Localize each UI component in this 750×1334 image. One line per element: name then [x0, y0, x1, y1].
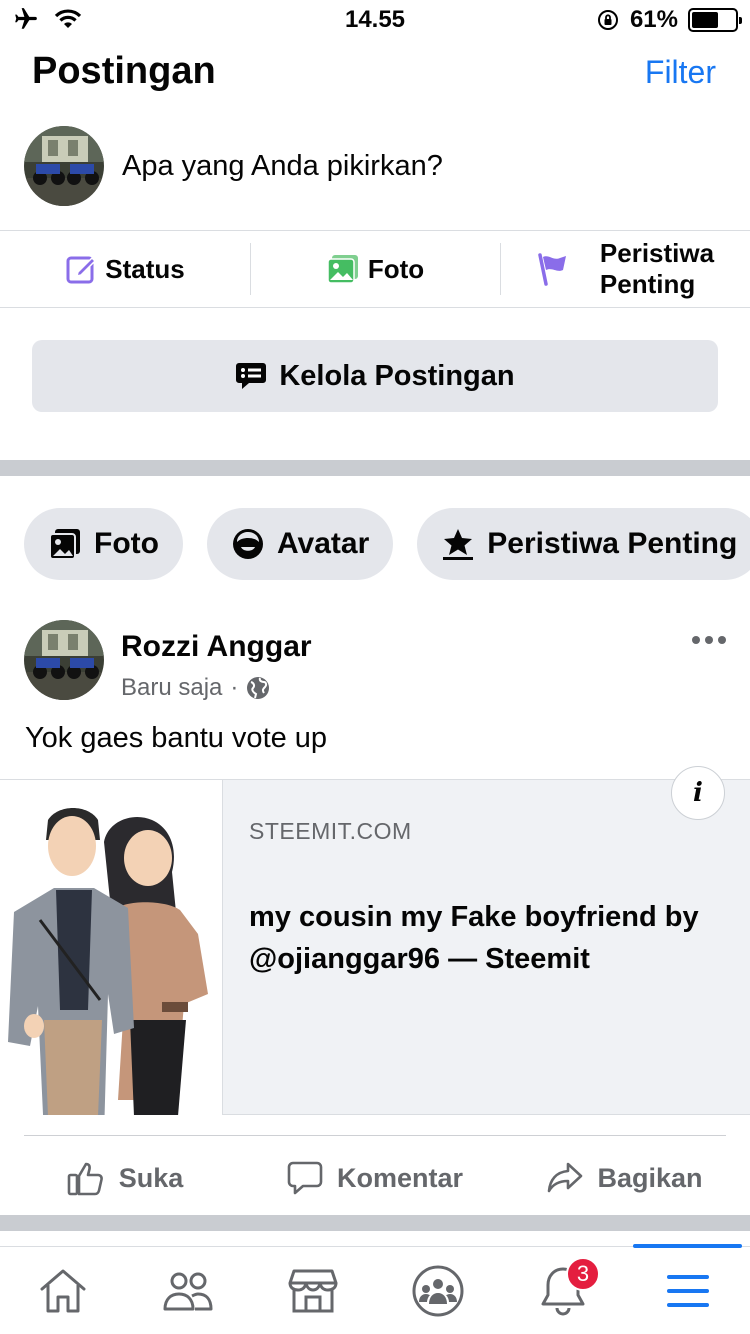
- status-label: Status: [105, 253, 185, 284]
- photo-label: Foto: [367, 253, 425, 284]
- star-flag-icon: [443, 529, 474, 560]
- section-divider: [0, 460, 750, 476]
- menu-icon: [666, 1274, 709, 1307]
- orientation-lock-icon: [597, 10, 618, 30]
- chip-life-event-label: Peristiwa Penting: [487, 527, 738, 560]
- post-meta: Baru saja ·: [121, 674, 270, 702]
- comment-icon: [287, 1161, 323, 1195]
- link-preview-card[interactable]: STEEMIT.COM my cousin my Fake boyfriend …: [0, 766, 750, 1115]
- link-thumbnail[interactable]: [0, 780, 223, 1115]
- bottom-tab-bar: 3: [0, 1244, 750, 1334]
- avatar-face-icon: [232, 529, 263, 559]
- status-button[interactable]: Status: [0, 231, 250, 307]
- page-title: Postingan: [32, 50, 216, 92]
- section-divider: [0, 1215, 750, 1231]
- comment-label: Komentar: [336, 1162, 464, 1193]
- share-button[interactable]: Bagikan: [500, 1140, 750, 1216]
- like-button[interactable]: Suka: [0, 1140, 250, 1216]
- manage-posts-label: Kelola Postingan: [279, 359, 515, 392]
- friends-icon: [163, 1272, 212, 1310]
- status-bar: 14.55 61%: [0, 0, 750, 40]
- link-domain: STEEMIT.COM: [249, 818, 412, 844]
- tab-groups[interactable]: [375, 1247, 500, 1334]
- photo-button[interactable]: Foto: [250, 231, 500, 307]
- avatar[interactable]: [24, 126, 104, 206]
- tab-marketplace[interactable]: [250, 1247, 375, 1334]
- author-avatar[interactable]: [24, 620, 104, 700]
- notification-badge: 3: [566, 1257, 600, 1291]
- edit-icon: [66, 256, 97, 284]
- post-text: Yok gaes bantu vote up: [25, 722, 328, 754]
- tab-menu[interactable]: [625, 1244, 750, 1334]
- composer-prompt[interactable]: Apa yang Anda pikirkan?: [122, 150, 443, 183]
- tab-friends[interactable]: [125, 1247, 250, 1334]
- chip-photo-label: Foto: [94, 527, 159, 560]
- quick-actions: Status Foto Peristiwa Penting: [0, 230, 750, 308]
- post-author[interactable]: Rozzi Anggar: [121, 630, 312, 664]
- manage-posts-button[interactable]: Kelola Postingan: [32, 340, 718, 412]
- marketplace-icon: [288, 1269, 337, 1312]
- home-icon: [40, 1269, 85, 1312]
- post-composer[interactable]: Apa yang Anda pikirkan?: [0, 124, 750, 210]
- post-header: Rozzi Anggar Baru saja ·: [0, 618, 750, 708]
- reaction-divider: [24, 1135, 726, 1136]
- chip-photo[interactable]: Foto: [24, 508, 183, 580]
- photo-album-icon: [49, 529, 80, 560]
- chip-avatar-label: Avatar: [276, 527, 370, 560]
- life-event-label: Peristiwa Penting: [599, 238, 715, 299]
- comment-button[interactable]: Komentar: [250, 1140, 500, 1216]
- speech-list-icon: [236, 363, 267, 389]
- more-options-icon[interactable]: [692, 636, 726, 644]
- filter-button[interactable]: Filter: [645, 54, 716, 91]
- link-title[interactable]: my cousin my Fake boyfriend by @ojiangga…: [249, 896, 719, 980]
- info-icon[interactable]: i: [671, 766, 725, 820]
- battery-percent: 61%: [629, 6, 678, 33]
- tab-home[interactable]: [0, 1247, 125, 1334]
- page-header: Postingan Filter: [0, 44, 750, 104]
- globe-icon[interactable]: [246, 676, 270, 700]
- chip-avatar[interactable]: Avatar: [206, 508, 394, 580]
- post-time[interactable]: Baru saja: [121, 674, 222, 702]
- like-label: Suka: [118, 1162, 184, 1193]
- meta-separator: ·: [230, 674, 239, 701]
- flag-icon: [538, 253, 566, 286]
- share-label: Bagikan: [597, 1162, 703, 1193]
- life-event-button[interactable]: Peristiwa Penting: [500, 231, 750, 307]
- tab-notifications[interactable]: 3: [500, 1247, 625, 1334]
- post-type-chips: Foto Avatar Peristiwa Penting: [24, 508, 750, 580]
- share-icon: [548, 1162, 583, 1193]
- photo-icon: [327, 255, 358, 284]
- like-icon: [67, 1162, 103, 1196]
- reaction-bar: Suka Komentar Bagikan: [0, 1140, 750, 1216]
- battery-icon: [688, 8, 742, 32]
- groups-icon: [412, 1265, 463, 1316]
- status-right: 61%: [596, 6, 742, 34]
- chip-life-event[interactable]: Peristiwa Penting: [417, 508, 750, 580]
